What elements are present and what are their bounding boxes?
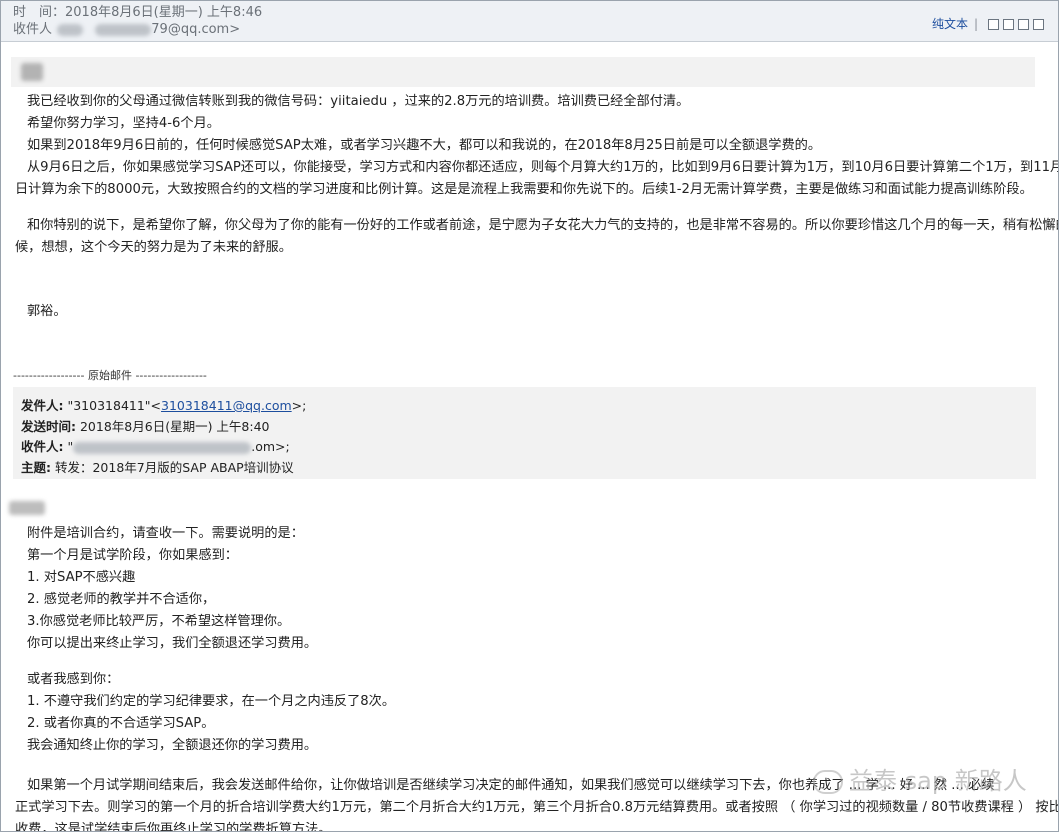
- quote-greeting-bar: [11, 57, 1035, 87]
- sent-time-label: 时 间：: [13, 5, 66, 20]
- reply-line: 和你特别的说下，是希望你了解，你父母为了你的能有一份好的工作或者前途，是宁愿为子…: [27, 218, 1059, 233]
- redacted-greeting: [21, 63, 43, 81]
- forward-line: 1. 对SAP不感兴趣: [27, 570, 136, 585]
- reply-line: 如果到2018年9月6日前的，任何时候感觉SAP太难，或者学习兴趣不大，都可以和…: [27, 138, 822, 153]
- reply-line: 日计算为余下的8000元，大致按照合约的文档的学习进度和比例计算。这是是流程上我…: [15, 182, 1033, 197]
- orig-from-row: 发件人: "310318411"<310318411@qq.com>;: [21, 395, 306, 414]
- print-icon[interactable]: [1033, 19, 1044, 30]
- reply-line: 候，想想，这个今天的努力是为了未来的舒服。: [15, 240, 292, 255]
- forward-line: 收费，这是试学结束后你再终止学习的学费折算方法。: [15, 822, 332, 832]
- reply-line: 从9月6日之后，你如果感觉学习SAP还可以，你能接受，学习方式和内容你都还适应，…: [27, 160, 1059, 175]
- copy-icon[interactable]: [1003, 19, 1014, 30]
- recipient-label: 收件人: [13, 22, 53, 37]
- forward-body-2: 或者我感到你： 1. 不遵守我们约定的学习纪律要求，在一个月之内违反了8次。 2…: [15, 669, 1038, 757]
- recipient-row: 收件人 79@qq.com>: [13, 22, 240, 38]
- orig-from-tail: >;: [291, 398, 307, 413]
- email-reader-window: 时 间：2018年8月6日(星期一) 上午8:46 收件人 79@qq.com>…: [0, 0, 1059, 832]
- redacted-recipient: [73, 441, 252, 454]
- watermark: 益泰 sap 新路人: [813, 761, 1043, 797]
- orig-from-name: "310318411"<: [63, 398, 162, 413]
- orig-sent-row: 发送时间: 2018年8月6日(星期一) 上午8:40: [21, 416, 270, 435]
- window-icon[interactable]: [1018, 19, 1029, 30]
- original-mail-info: 发件人: "310318411"<310318411@qq.com>; 发送时间…: [13, 387, 1036, 479]
- new-window-icon[interactable]: [988, 19, 999, 30]
- reply-paragraph-2: 和你特别的说下，是希望你了解，你父母为了你的能有一份好的工作或者前途，是宁愿为子…: [15, 215, 1059, 259]
- original-mail-divider: ------------------ 原始邮件 ----------------…: [13, 369, 207, 382]
- redacted-email: [95, 23, 152, 36]
- email-header: 时 间：2018年8月6日(星期一) 上午8:46 收件人 79@qq.com>…: [1, 1, 1058, 42]
- orig-sent-label: 发送时间:: [21, 419, 76, 434]
- signature-name: 郭裕。: [27, 304, 67, 319]
- forward-line: 你可以提出来终止学习，我们全额退还学习费用。: [27, 636, 318, 651]
- header-toolbar: 纯文本 |: [932, 15, 1044, 32]
- forward-line: 或者我感到你：: [27, 672, 120, 687]
- orig-to-row: 收件人: " .om>;: [21, 436, 290, 455]
- forward-line: 附件是培训合约，请查收一下。需要说明的是：: [27, 526, 304, 541]
- orig-to-prefix: ": [63, 439, 74, 454]
- recipient-email: 79@qq.com>: [151, 22, 241, 37]
- orig-sent-value: 2018年8月6日(星期一) 上午8:40: [76, 419, 270, 434]
- forward-line: 正式学习下去。则学习的第一个月的折合培训学费大约1万元，第二个月折合大约1万元，…: [15, 800, 1059, 815]
- reply-body: 我已经收到你的父母通过微信转账到我的微信号码：yiitaiedu ，过来的2.8…: [15, 91, 1059, 201]
- toolbar-separator: |: [973, 17, 978, 31]
- forward-line: 2. 感觉老师的教学并不合适你，: [27, 592, 216, 607]
- orig-from-email-link[interactable]: 310318411@qq.com: [161, 398, 292, 413]
- forward-line: 第一个月是试学阶段，你如果感到：: [27, 548, 238, 563]
- forward-body: 附件是培训合约，请查收一下。需要说明的是： 第一个月是试学阶段，你如果感到： 1…: [15, 523, 1038, 655]
- redacted-forward-greeting: [9, 501, 45, 515]
- orig-to-tail: .om>;: [251, 439, 290, 454]
- orig-to-label: 收件人:: [21, 439, 64, 454]
- wechat-icon: [813, 770, 843, 794]
- orig-subject-value: 转发：2018年7月版的SAP ABAP培训协议: [51, 460, 294, 475]
- forward-line: 2. 或者你真的不合适学习SAP。: [27, 716, 215, 731]
- reply-line: 我已经收到你的父母通过微信转账到我的微信号码：yiitaiedu ，过来的2.8…: [27, 94, 690, 109]
- sent-time-value: 2018年8月6日(星期一) 上午8:46: [65, 5, 263, 20]
- watermark-text: 益泰 sap 新路人: [849, 767, 1027, 795]
- redacted-name: [57, 23, 84, 36]
- orig-subject-label: 主题:: [21, 460, 51, 475]
- signature: 郭裕。: [15, 301, 1038, 323]
- sent-time-row: 时 间：2018年8月6日(星期一) 上午8:46: [13, 5, 262, 21]
- orig-from-label: 发件人:: [21, 398, 64, 413]
- forward-line: 我会通知终止你的学习，全额退还你的学习费用。: [27, 738, 318, 753]
- reply-line: 希望你努力学习，坚持4-6个月。: [27, 116, 220, 131]
- forward-line: 1. 不遵守我们约定的学习纪律要求，在一个月之内违反了8次。: [27, 694, 396, 709]
- forward-line: 3.你感觉老师比较严厉，不希望这样管理你。: [27, 614, 291, 629]
- plain-text-link[interactable]: 纯文本: [932, 17, 968, 31]
- orig-subject-row: 主题: 转发：2018年7月版的SAP ABAP培训协议: [21, 457, 294, 476]
